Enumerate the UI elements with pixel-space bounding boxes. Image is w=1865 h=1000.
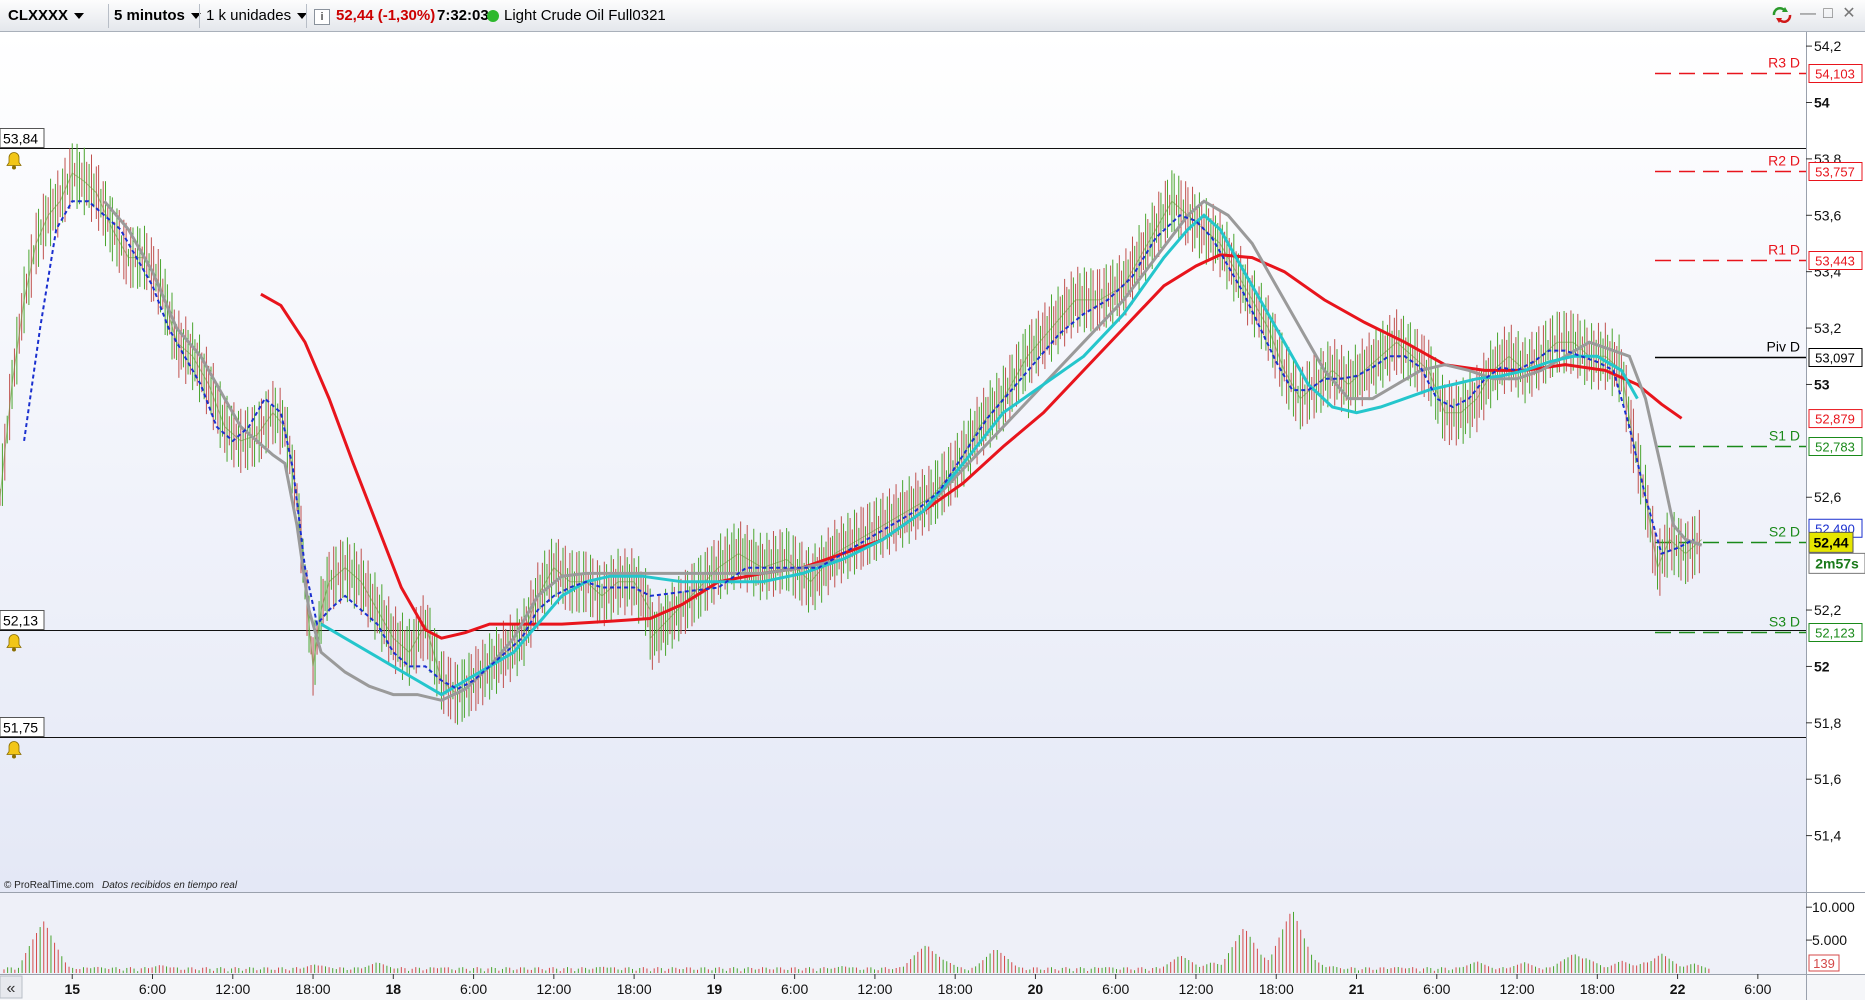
alert-value: 52,13 xyxy=(3,613,38,629)
refresh-icon[interactable] xyxy=(1770,6,1794,23)
symbol-label: CLXXXX xyxy=(8,7,69,24)
x-tick-label: 12:00 xyxy=(536,981,571,997)
y-tick-label: 54,2 xyxy=(1814,38,1841,54)
x-tick-label: 21 xyxy=(1349,981,1365,997)
x-tick-label: 20 xyxy=(1028,981,1044,997)
timeframe-label: 5 minutos xyxy=(114,7,185,24)
x-tick-label: 18:00 xyxy=(1259,981,1294,997)
units-label: 1 k unidades xyxy=(206,7,292,24)
close-icon[interactable]: ✕ xyxy=(1841,6,1857,22)
countdown: 2m57s xyxy=(1815,555,1859,571)
bell-clapper xyxy=(12,165,16,170)
volume-tick-label: 10.000 xyxy=(1812,899,1855,915)
x-tick-label: 6:00 xyxy=(460,981,487,997)
price-change: 52,44 (-1,30%) xyxy=(336,7,436,24)
x-tick-label: 6:00 xyxy=(1744,981,1771,997)
x-tick-label: 15 xyxy=(64,981,80,997)
alert-value: 53,84 xyxy=(3,131,38,147)
x-tick-label: 18:00 xyxy=(1580,981,1615,997)
units-selector[interactable]: 1 k unidades xyxy=(206,0,308,32)
x-tick-label: 18:00 xyxy=(296,981,331,997)
last-price: 52,44 xyxy=(1813,534,1848,550)
pivot-value: 53,097 xyxy=(1815,351,1855,366)
toolbar-divider xyxy=(306,4,307,28)
bell-clapper xyxy=(12,754,16,759)
collapse-label: « xyxy=(7,980,16,997)
status-dot-icon xyxy=(487,10,499,22)
minimize-icon[interactable]: — xyxy=(1800,6,1816,22)
symbol-selector[interactable]: CLXXXX xyxy=(8,0,85,32)
y-tick-label: 52 xyxy=(1814,658,1830,674)
y-tick-label: 51,8 xyxy=(1814,715,1841,731)
footer-brand: © ProRealTime.com xyxy=(4,880,94,891)
y-tick-label: 53,2 xyxy=(1814,320,1841,336)
y-tick-label: 54 xyxy=(1814,94,1830,110)
y-tick-label: 53,6 xyxy=(1814,207,1841,223)
x-tick-label: 6:00 xyxy=(139,981,166,997)
instrument-name: Light Crude Oil Full0321 xyxy=(504,7,666,24)
toolbar-divider xyxy=(199,4,200,28)
pivot-value: 53,757 xyxy=(1815,165,1855,180)
pivot-value: 52,783 xyxy=(1815,440,1855,455)
y-tick-label: 52,2 xyxy=(1814,602,1841,618)
x-tick-label: 18:00 xyxy=(938,981,973,997)
alert-value: 51,75 xyxy=(3,720,38,736)
pivot-value: 54,103 xyxy=(1815,67,1855,82)
y-tick-label: 51,4 xyxy=(1814,828,1841,844)
x-tick-label: 22 xyxy=(1670,981,1686,997)
pivot-name: R1 D xyxy=(1768,242,1800,258)
chart-toolbar: CLXXXX 5 minutos 1 k unidades i 52,44 (-… xyxy=(0,0,1865,32)
footer-note: Datos recibidos en tiempo real xyxy=(102,880,238,891)
sma-value: 52,879 xyxy=(1815,412,1855,427)
timeframe-selector[interactable]: 5 minutos xyxy=(114,0,201,32)
maximize-icon[interactable]: □ xyxy=(1820,6,1836,22)
clock-time: 7:32:03 xyxy=(437,7,489,24)
volume-panel-bg xyxy=(0,893,1806,974)
volume-last-label: 139 xyxy=(1813,956,1835,971)
x-tick-label: 12:00 xyxy=(1178,981,1213,997)
pivot-name: Piv D xyxy=(1767,339,1800,355)
pivot-name: R3 D xyxy=(1768,55,1800,71)
x-tick-label: 12:00 xyxy=(1500,981,1535,997)
chevron-down-icon xyxy=(74,13,85,20)
x-tick-label: 6:00 xyxy=(1102,981,1129,997)
price-chart[interactable]: 53,84 52,13 51,75 R3 D R2 D R1 D Piv D S1 D S2 … xyxy=(0,32,1865,1000)
volume-tick-label: 5.000 xyxy=(1812,932,1847,948)
pivot-name: S2 D xyxy=(1769,524,1800,540)
info-icon[interactable]: i xyxy=(314,9,330,25)
y-tick-label: 51,6 xyxy=(1814,771,1841,787)
pivot-value: 53,443 xyxy=(1815,254,1855,269)
x-tick-label: 12:00 xyxy=(215,981,250,997)
x-tick-label: 6:00 xyxy=(1423,981,1450,997)
x-tick-label: 12:00 xyxy=(857,981,892,997)
x-tick-label: 18 xyxy=(386,981,402,997)
price-panel-bg xyxy=(0,32,1806,892)
bell-clapper xyxy=(12,647,16,652)
x-tick-label: 6:00 xyxy=(781,981,808,997)
x-tick-label: 18:00 xyxy=(617,981,652,997)
pivot-name: S1 D xyxy=(1769,428,1800,444)
pivot-name: R2 D xyxy=(1768,153,1800,169)
y-tick-label: 52,6 xyxy=(1814,489,1841,505)
y-tick-label: 53 xyxy=(1814,376,1830,392)
pivot-name: S3 D xyxy=(1769,614,1800,630)
toolbar-divider xyxy=(108,4,109,28)
pivot-value: 52,123 xyxy=(1815,626,1855,641)
x-tick-label: 19 xyxy=(707,981,723,997)
